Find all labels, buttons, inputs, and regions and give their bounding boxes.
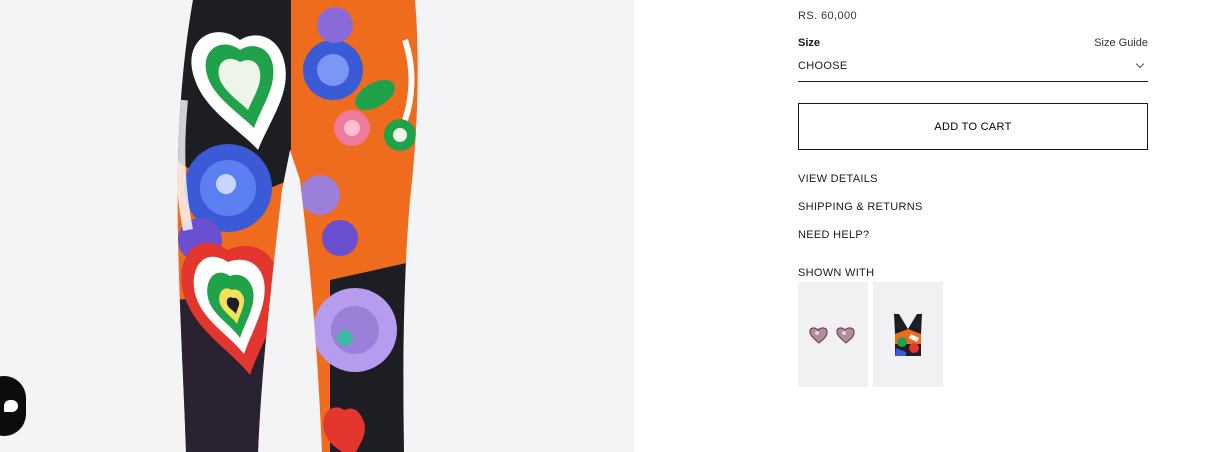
- chevron-down-icon: [1135, 59, 1145, 69]
- printed-leggings-illustration: [177, 0, 418, 452]
- chat-bubble-icon: [4, 400, 18, 412]
- size-label: Size: [798, 37, 821, 49]
- shown-with-item-top[interactable]: [873, 282, 943, 387]
- view-details-link[interactable]: VIEW DETAILS: [798, 173, 878, 185]
- printed-top-icon: [894, 314, 922, 356]
- heart-earrings-icon: [809, 327, 855, 344]
- size-select-value: CHOOSE: [798, 60, 848, 72]
- size-select[interactable]: CHOOSE: [798, 55, 1148, 82]
- size-guide-link[interactable]: Size Guide: [1094, 37, 1148, 49]
- add-to-cart-button[interactable]: ADD TO CART: [798, 103, 1148, 150]
- product-image[interactable]: [0, 0, 634, 452]
- need-help-link[interactable]: NEED HELP?: [798, 229, 869, 241]
- shown-with-heading: SHOWN WITH: [798, 267, 875, 279]
- shipping-returns-link[interactable]: SHIPPING & RETURNS: [798, 201, 923, 213]
- shown-with-item-earrings[interactable]: [798, 282, 868, 387]
- product-price: RS. 60,000: [798, 10, 858, 22]
